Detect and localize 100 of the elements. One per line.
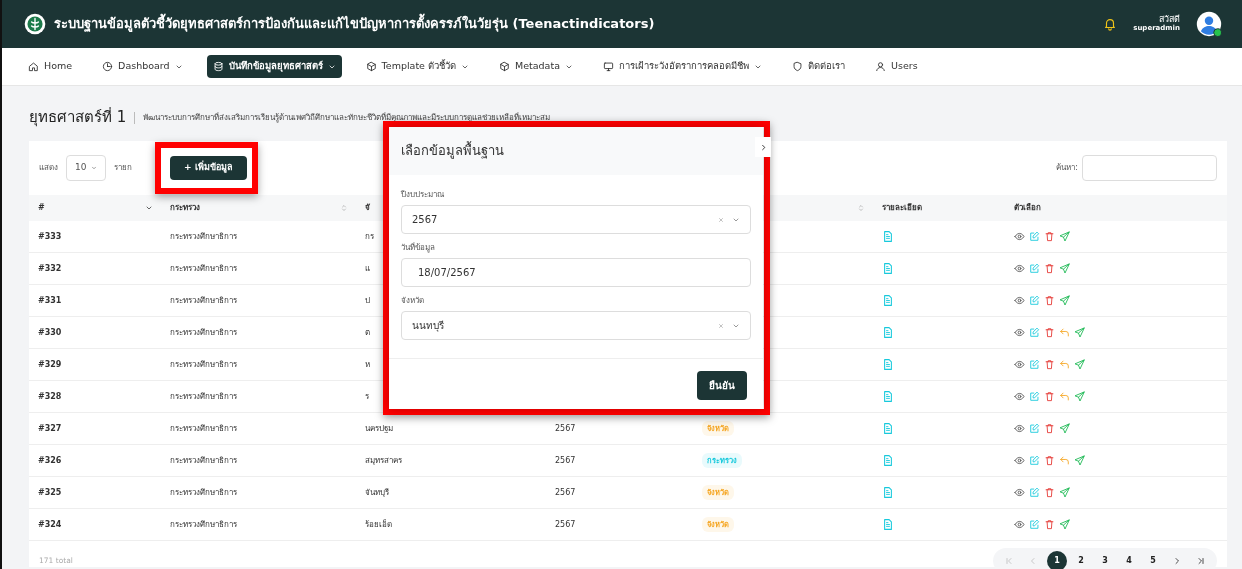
send-icon[interactable] — [1074, 327, 1085, 338]
send-icon[interactable] — [1059, 263, 1070, 274]
chevron-left-icon — [1029, 556, 1037, 565]
show-label: แสดง — [39, 162, 58, 174]
nav-item[interactable]: Dashboard — [96, 55, 189, 78]
edit-icon[interactable] — [1029, 391, 1040, 402]
column-header: ตัวเลือก — [1014, 202, 1041, 214]
edit-icon[interactable] — [1029, 487, 1040, 498]
modal-title: เลือกข้อมูลพื้นฐาน — [401, 141, 504, 161]
field-label: วันที่ข้อมูล — [401, 242, 436, 254]
page-button[interactable]: 5 — [1143, 551, 1163, 569]
undo-icon[interactable] — [1059, 391, 1070, 402]
trash-icon[interactable] — [1044, 327, 1055, 338]
trash-icon[interactable] — [1044, 391, 1055, 402]
select-field[interactable]: 2567 — [401, 205, 751, 234]
eye-icon[interactable] — [1014, 327, 1025, 338]
trash-icon[interactable] — [1044, 263, 1055, 274]
document-icon[interactable] — [882, 326, 894, 339]
edit-icon[interactable] — [1029, 263, 1040, 274]
chevron-right-icon — [759, 143, 767, 151]
clear-icon[interactable] — [718, 216, 724, 223]
column-header: จั — [365, 202, 370, 214]
page-button[interactable]: 1 — [1047, 551, 1067, 569]
send-icon[interactable] — [1059, 487, 1070, 498]
eye-icon[interactable] — [1014, 519, 1025, 530]
undo-icon[interactable] — [1059, 455, 1070, 466]
document-icon[interactable] — [882, 422, 894, 435]
table-cell: กระทรวงศึกษาธิการ — [170, 454, 237, 467]
avatar-icon[interactable] — [1196, 11, 1222, 37]
trash-icon[interactable] — [1044, 455, 1055, 466]
edit-icon[interactable] — [1029, 423, 1040, 434]
nav-item[interactable]: Home — [22, 55, 79, 78]
column-header: กระทรวง — [170, 202, 200, 214]
document-icon[interactable] — [882, 230, 894, 243]
table-cell: 2567 — [555, 422, 576, 435]
document-icon[interactable] — [882, 518, 894, 531]
clear-icon[interactable] — [718, 322, 724, 329]
send-icon[interactable] — [1059, 295, 1070, 306]
table-cell: กระทรวงศึกษาธิการ — [170, 390, 237, 403]
document-icon[interactable] — [882, 358, 894, 371]
table-cell: กระทรวงศึกษาธิการ — [170, 326, 237, 339]
document-icon[interactable] — [882, 454, 894, 467]
send-icon[interactable] — [1059, 519, 1070, 530]
eye-icon[interactable] — [1014, 295, 1025, 306]
edit-icon[interactable] — [1029, 519, 1040, 530]
edit-icon[interactable] — [1029, 295, 1040, 306]
eye-icon[interactable] — [1014, 391, 1025, 402]
nav-item[interactable]: การเฝ้าระวังอัตราการคลอดมีชีพ — [597, 55, 768, 78]
trash-icon[interactable] — [1044, 423, 1055, 434]
table-cell: กระทรวงศึกษาธิการ — [170, 230, 237, 243]
nav-item[interactable]: ติดต่อเรา — [786, 55, 851, 78]
undo-icon[interactable] — [1059, 359, 1070, 370]
trash-icon[interactable] — [1044, 519, 1055, 530]
collapse-button[interactable] — [755, 137, 771, 157]
field-label: ปีงบประมาณ — [401, 189, 445, 201]
table-cell: กระทรวงศึกษาธิการ — [170, 358, 237, 371]
page-button[interactable]: 2 — [1071, 551, 1091, 569]
document-icon[interactable] — [882, 262, 894, 275]
nav-item[interactable]: Template ตัวชี้วัด — [359, 55, 475, 78]
edit-icon[interactable] — [1029, 327, 1040, 338]
eye-icon[interactable] — [1014, 455, 1025, 466]
document-icon[interactable] — [882, 294, 894, 307]
trash-icon[interactable] — [1044, 231, 1055, 242]
row-id: #327 — [38, 422, 62, 435]
edit-icon[interactable] — [1029, 359, 1040, 370]
eye-icon[interactable] — [1014, 231, 1025, 242]
select-field[interactable]: นนทบุรี — [401, 311, 751, 340]
eye-icon[interactable] — [1014, 487, 1025, 498]
trash-icon[interactable] — [1044, 487, 1055, 498]
gauge-icon — [102, 61, 114, 72]
document-icon[interactable] — [882, 390, 894, 403]
edit-icon[interactable] — [1029, 455, 1040, 466]
send-icon[interactable] — [1074, 359, 1085, 370]
trash-icon[interactable] — [1044, 359, 1055, 370]
bell-icon[interactable] — [1103, 17, 1118, 31]
nav-item[interactable]: Metadata — [493, 55, 579, 78]
add-button[interactable]: + เพิ่มข้อมูล — [170, 156, 247, 180]
home-icon — [28, 61, 39, 72]
logo-icon — [24, 13, 46, 35]
table-cell: ร้อยเอ็ด — [365, 518, 392, 531]
confirm-button[interactable]: ยืนยัน — [697, 371, 747, 400]
send-icon[interactable] — [1059, 423, 1070, 434]
trash-icon[interactable] — [1044, 295, 1055, 306]
date-field[interactable]: 18/07/2567 — [401, 258, 751, 287]
send-icon[interactable] — [1074, 455, 1085, 466]
eye-icon[interactable] — [1014, 359, 1025, 370]
table-cell: แ — [365, 262, 370, 275]
undo-icon[interactable] — [1059, 327, 1070, 338]
page-button[interactable]: 4 — [1119, 551, 1139, 569]
send-icon[interactable] — [1074, 391, 1085, 402]
edit-icon[interactable] — [1029, 231, 1040, 242]
document-icon[interactable] — [882, 486, 894, 499]
page-size-select[interactable]: 10 — [66, 155, 106, 181]
page-button[interactable]: 3 — [1095, 551, 1115, 569]
send-icon[interactable] — [1059, 231, 1070, 242]
nav-item[interactable]: Users — [869, 55, 924, 78]
eye-icon[interactable] — [1014, 263, 1025, 274]
nav-item[interactable]: บันทึกข้อมูลยุทธศาสตร์ — [206, 55, 342, 78]
eye-icon[interactable] — [1014, 423, 1025, 434]
search-field[interactable] — [1082, 155, 1217, 181]
